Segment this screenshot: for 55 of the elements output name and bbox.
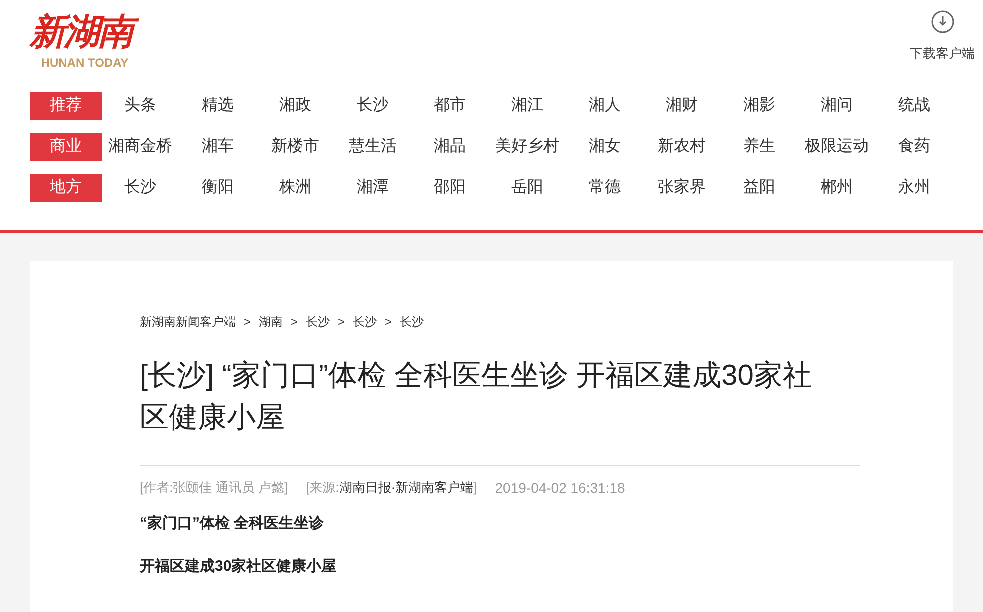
nav-link[interactable]: 邵阳 [411, 176, 489, 200]
breadcrumb-link[interactable]: 长沙 [353, 313, 378, 331]
category-label[interactable]: 地方 [30, 174, 102, 202]
nav-link[interactable]: 统战 [876, 94, 953, 118]
nav-link[interactable]: 张家界 [644, 176, 721, 200]
article-paragraph: 开福区建成30家社区健康小屋 [140, 556, 338, 576]
category-label[interactable]: 商业 [30, 133, 102, 161]
nav-link[interactable]: 都市 [411, 94, 489, 118]
breadcrumb-link[interactable]: 湖南 [259, 313, 284, 331]
nav-link[interactable]: 美好乡村 [488, 135, 566, 159]
category-label[interactable]: 推荐 [30, 92, 102, 120]
nav-link[interactable]: 养生 [720, 135, 798, 159]
logo-text: 新湖南 [30, 8, 140, 56]
article-title: [长沙] “家门口”体检 全科医生坐诊 开福区建成30家社区健康小屋 [140, 359, 813, 436]
nav-link[interactable]: 湘人 [566, 94, 644, 118]
nav-link[interactable]: 岳阳 [488, 176, 566, 200]
nav-link[interactable]: 新楼市 [256, 135, 334, 159]
nav-link[interactable]: 湘潭 [334, 176, 412, 200]
nav-link[interactable]: 郴州 [798, 176, 876, 200]
nav-link[interactable]: 湘女 [566, 135, 644, 159]
nav-link[interactable]: 长沙 [334, 94, 412, 118]
nav-link[interactable]: 慧生活 [334, 135, 412, 159]
nav-link[interactable]: 食药 [876, 135, 953, 159]
breadcrumb-link[interactable]: 长沙 [400, 313, 424, 331]
download-link[interactable]: 下载客户端 [910, 44, 975, 64]
nav-link[interactable]: 湘品 [411, 135, 489, 159]
nav-link[interactable]: 永州 [876, 176, 953, 200]
nav-link[interactable]: 湘车 [179, 135, 257, 159]
nav-link[interactable]: 湘影 [720, 94, 798, 118]
nav-link[interactable]: 常德 [566, 176, 644, 200]
nav-link[interactable]: 湘商金桥 [102, 135, 180, 159]
breadcrumb-separator: > [338, 314, 346, 331]
source-info: [来源:湖南日报·新湖南客户端] [306, 479, 478, 497]
breadcrumb-link[interactable]: 长沙 [306, 313, 330, 331]
author-info: [作者:张颐佳 通讯员 卢懿] [140, 479, 288, 497]
nav-link[interactable]: 新农村 [644, 135, 721, 159]
breadcrumb-separator: > [385, 314, 392, 331]
nav-link[interactable]: 长沙 [102, 176, 180, 200]
nav-link[interactable]: 湘问 [798, 94, 876, 118]
nav-link[interactable]: 湘江 [488, 94, 566, 118]
article-paragraph: “家门口”体检 全科医生坐诊 [140, 514, 326, 534]
nav-link[interactable]: 益阳 [720, 176, 798, 200]
nav-link[interactable]: 极限运动 [798, 135, 876, 159]
download-icon[interactable] [930, 10, 954, 34]
nav-link[interactable]: 精选 [179, 94, 257, 118]
nav-link[interactable]: 湘政 [256, 94, 334, 118]
nav-link[interactable]: 湘财 [644, 94, 721, 118]
breadcrumb-separator: > [244, 314, 252, 331]
publish-time: 2019-04-02 16:31:18 [495, 479, 626, 498]
nav-link[interactable]: 头条 [102, 94, 180, 118]
nav-link[interactable]: 衡阳 [179, 176, 257, 200]
breadcrumb-link[interactable]: 新湖南新闻客户端 [140, 313, 236, 331]
logo-tagline: HUNAN TODAY [41, 56, 129, 70]
nav-link[interactable]: 株洲 [256, 176, 334, 200]
breadcrumb-separator: > [291, 314, 298, 331]
